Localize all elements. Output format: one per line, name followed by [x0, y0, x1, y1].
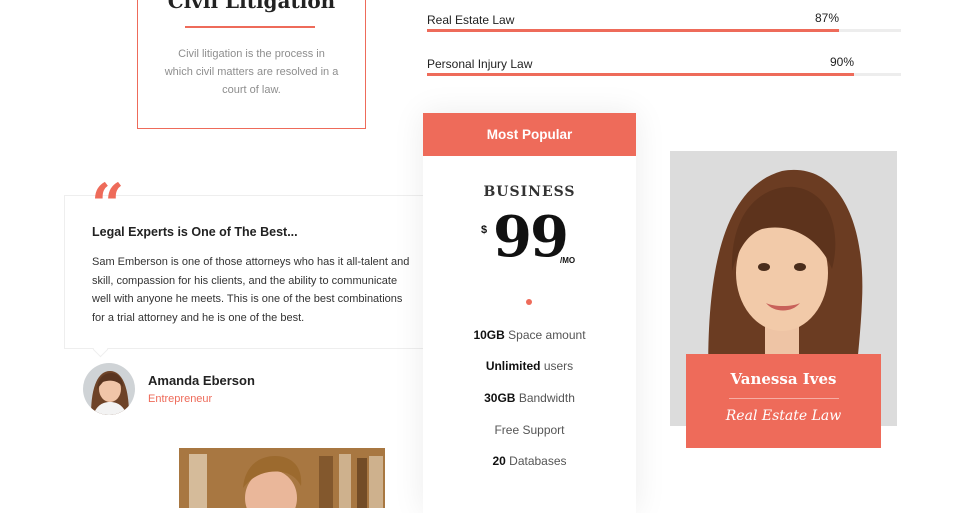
skill-track: [427, 29, 901, 32]
feature-value: 10GB: [473, 328, 505, 342]
divider-dot: [526, 299, 532, 305]
skill-name: Personal Injury Law: [427, 57, 533, 71]
most-popular-badge: Most Popular: [423, 113, 636, 156]
feature-users: Unlimited users: [423, 359, 636, 373]
avatar: [83, 363, 135, 415]
feature-label: Free Support: [494, 423, 565, 437]
testimonial-body: Sam Emberson is one of those attorneys w…: [92, 256, 410, 324]
service-title-underline: [185, 26, 315, 28]
feature-space: 10GB Space amount: [423, 328, 636, 342]
service-description: Civil litigation is the process in which…: [164, 48, 339, 96]
feature-databases: 20 Databases: [423, 454, 636, 468]
attorney-photo: [179, 448, 385, 508]
feature-support: Free Support: [423, 423, 636, 437]
team-member-role: Real Estate Law: [725, 408, 842, 424]
skill-name: Real Estate Law: [427, 13, 515, 27]
plan-name: BUSINESS: [483, 184, 576, 200]
testimonial-author-name: Amanda Eberson: [148, 373, 255, 388]
testimonial-author-role: Entrepreneur: [148, 393, 213, 405]
price-amount: 99: [493, 204, 569, 270]
feature-label: Bandwidth: [518, 391, 575, 405]
feature-value: Unlimited: [485, 359, 541, 373]
avatar-portrait-icon: [83, 363, 135, 415]
feature-label: Space amount: [508, 328, 586, 342]
feature-bandwidth: 30GB Bandwidth: [423, 391, 636, 405]
skill-percent: 87%: [814, 11, 839, 25]
skill-bar-personal-injury: Personal Injury Law 90%: [427, 55, 901, 76]
team-member-name: Vanessa Ives: [730, 370, 837, 388]
service-card: Civil Litigation Civil litigation is the…: [137, 0, 366, 129]
attorney-photo-image: [179, 448, 385, 508]
feature-label: users: [543, 359, 574, 373]
skill-bar-real-estate: Real Estate Law 87%: [427, 11, 901, 32]
skill-fill: [427, 29, 840, 32]
feature-label: Databases: [509, 454, 567, 468]
skill-track: [427, 73, 901, 76]
price-currency: $: [481, 224, 488, 236]
price-period: /MO: [560, 256, 576, 265]
skill-fill: [427, 73, 854, 76]
team-divider: [729, 398, 839, 399]
skill-percent: 90%: [829, 55, 854, 69]
pricing-card: Most Popular BUSINESS $ 99 /MO 10GB Spac…: [423, 113, 636, 513]
feature-value: 30GB: [484, 391, 516, 405]
team-member-info: Vanessa Ives Real Estate Law: [686, 354, 881, 448]
testimonial-title: Legal Experts is One of The Best...: [92, 225, 298, 239]
service-title: Civil Litigation: [167, 0, 336, 13]
feature-value: 20: [492, 454, 506, 468]
